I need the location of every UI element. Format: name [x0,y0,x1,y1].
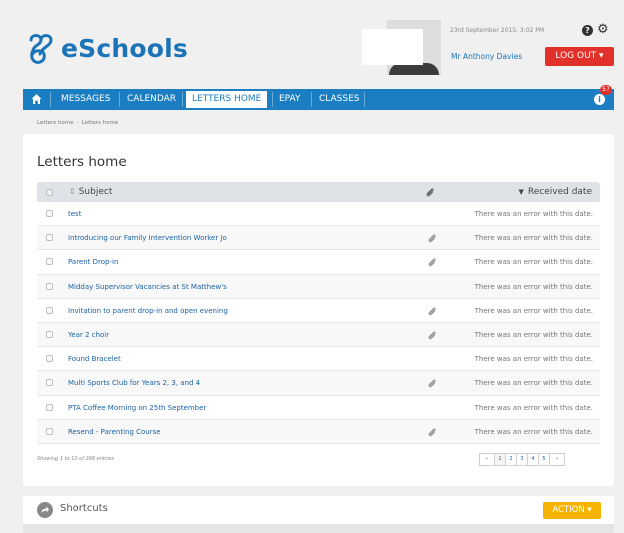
nav-divider [364,92,365,107]
nav-divider [311,92,312,107]
received-date: There was an error with this date. [474,403,593,412]
logout-button[interactable]: LOG OUT ▾ [545,47,614,66]
sort-desc-icon: ▼ [518,188,524,196]
paperclip-icon [426,188,434,197]
header: eSchools 23rd September 2015, 3:02 PM Mr… [0,0,624,86]
subject-column-header[interactable]: ⇕ Subject [69,182,112,202]
notification-badge: 57 [600,85,612,95]
logo-text: eSchools [61,33,188,63]
nav-item-epay[interactable]: EPAY [273,89,307,110]
user-name[interactable]: Mr Anthony Davies [451,52,522,61]
nav-divider [119,92,120,107]
main-nav: MESSAGES CALENDAR LETTERS HOME EPAY CLAS… [23,85,614,110]
letter-subject-link[interactable]: test [68,202,81,226]
paperclip-icon [427,427,437,437]
row-checkbox[interactable] [46,306,53,314]
row-checkbox[interactable] [46,258,53,266]
select-all-checkbox[interactable] [46,188,53,196]
table-row[interactable]: Resend - Parenting Course There was an er… [37,419,600,444]
current-date: 23rd September 2015, 3:02 PM [450,27,545,34]
eschools-logo-icon [29,34,53,64]
letter-subject-link[interactable]: Multi Sports Club for Years 2, 3, and 4 [68,371,200,395]
nav-item-classes[interactable]: CLASSES [313,89,366,110]
letter-subject-link[interactable]: Parent Drop-in [68,250,118,274]
nav-item-messages[interactable]: MESSAGES [55,89,116,110]
row-checkbox[interactable] [46,331,53,339]
redacted-area [362,29,423,65]
received-column-header[interactable]: ▼ Received date [519,182,593,202]
table-row[interactable]: Year 2 choir There was an error with this… [37,322,600,348]
nav-divider [182,92,183,107]
nav-divider [50,92,51,107]
info-icon[interactable]: i [594,94,605,105]
table-row[interactable]: Found Bracelet There was an error with th… [37,347,600,372]
row-checkbox[interactable] [46,355,53,363]
table-row[interactable]: Midday Supervisor Vacancies at St Matthe… [37,274,600,299]
breadcrumb: Letters home › Letters home [37,120,118,126]
paperclip-icon [427,378,437,388]
table-row[interactable]: PTA Coffee Morning on 25th September Ther… [37,396,600,420]
nav-item-letters-home[interactable]: LETTERS HOME [186,91,268,108]
home-icon[interactable] [31,93,42,105]
table-row[interactable]: Introducing our Family Intervention Work… [37,226,600,251]
letter-subject-link[interactable]: Midday Supervisor Vacancies at St Matthe… [68,275,227,299]
row-checkbox[interactable] [46,427,53,435]
logo[interactable]: eSchools [24,28,188,68]
table-header: ⇕ Subject ▼ Received date [37,182,600,202]
subject-header-label: Subject [78,187,113,197]
letter-subject-link[interactable]: Resend - Parenting Course [68,420,161,444]
letter-subject-link[interactable]: PTA Coffee Morning on 25th September [68,396,206,420]
nav-item-calendar[interactable]: CALENDAR [121,89,182,110]
received-date: There was an error with this date. [474,306,593,315]
table-row[interactable]: Invitation to parent drop-in and open ev… [37,299,600,323]
row-checkbox[interactable] [46,282,53,290]
received-date: There was an error with this date. [474,379,593,388]
paperclip-icon [427,306,437,316]
pagination: « 1 2 3 4 5 » [479,453,565,467]
row-checkbox[interactable] [46,379,53,387]
breadcrumb-link[interactable]: Letters home [37,120,74,126]
table-row[interactable]: test There was an error with this date. [37,202,600,227]
received-date: There was an error with this date. [474,210,593,218]
letters-table: ⇕ Subject ▼ Received date test There was an… [37,182,600,444]
letter-subject-link[interactable]: Year 2 choir [68,323,109,347]
received-date: There was an error with this date. [474,355,593,364]
help-icon[interactable]: ? [582,25,593,36]
row-checkbox[interactable] [46,403,53,411]
breadcrumb-current: Letters home [81,120,119,126]
gear-icon[interactable]: ⚙ [597,23,609,37]
row-checkbox[interactable] [46,210,53,218]
paperclip-icon [427,257,437,267]
table-row[interactable]: Parent Drop-in There was an error with th… [37,250,600,275]
letter-subject-link[interactable]: Found Bracelet [68,347,121,371]
pagination-next[interactable]: » [549,453,565,466]
page-title: Letters home [37,154,127,170]
action-button[interactable]: ACTION ▾ [543,502,601,519]
received-date: There was an error with this date. [474,282,593,291]
share-arrow-icon [37,502,53,518]
table-info: Showing 1 to 10 of 266 entries [37,456,115,462]
received-date: There was an error with this date. [474,330,593,339]
shortcuts-bar [23,524,614,533]
breadcrumb-separator: › [76,120,79,126]
table-body: test There was an error with this date. In… [37,202,600,444]
shortcuts-panel: Shortcuts ACTION ▾ [23,496,614,533]
letters-panel: Letters home ⇕ Subject ▼ Received date tes… [23,134,614,486]
paperclip-icon [427,233,437,243]
letter-subject-link[interactable]: Invitation to parent drop-in and open ev… [68,299,228,323]
table-row[interactable]: Multi Sports Club for Years 2, 3, and 4 T… [37,371,600,396]
letter-subject-link[interactable]: Introducing our Family Intervention Work… [68,226,227,250]
pagination-prev[interactable]: « [479,453,495,466]
received-date: There was an error with this date. [474,427,593,436]
received-date: There was an error with this date. [474,234,593,243]
paperclip-icon [427,330,437,340]
received-date: There was an error with this date. [474,258,593,267]
row-checkbox[interactable] [46,234,53,242]
received-header-label: Received date [527,187,592,197]
sort-icon: ⇕ [69,187,76,196]
shortcuts-title: Shortcuts [60,503,108,514]
